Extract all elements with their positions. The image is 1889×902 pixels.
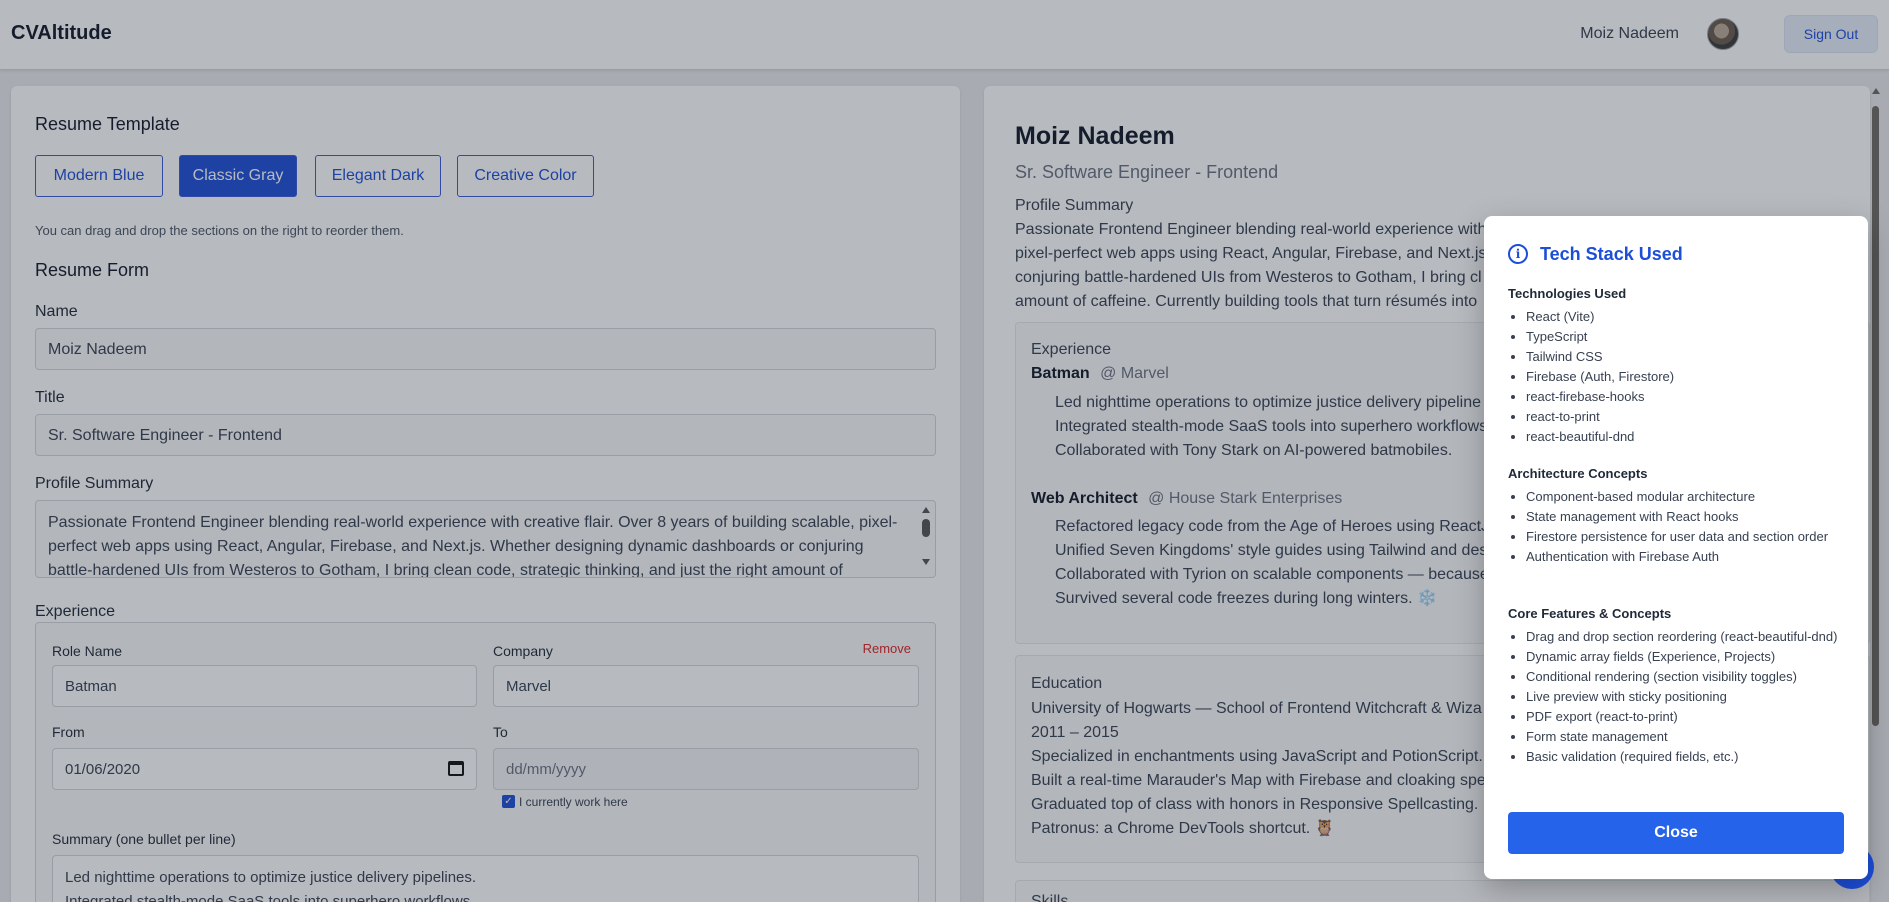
modal-list-item: react-firebase-hooks xyxy=(1526,387,1852,407)
modal-list-item: react-to-print xyxy=(1526,407,1852,427)
scroll-up-icon[interactable] xyxy=(1872,88,1880,94)
modal-list-item: Dynamic array fields (Experience, Projec… xyxy=(1526,647,1852,667)
modal-list: Drag and drop section reordering (react-… xyxy=(1526,627,1852,767)
close-button[interactable]: Close xyxy=(1508,812,1844,854)
modal-list-item: State management with React hooks xyxy=(1526,507,1852,527)
modal-title: Tech Stack Used xyxy=(1540,244,1683,264)
page-scrollbar[interactable] xyxy=(1871,86,1881,902)
info-icon: i xyxy=(1508,244,1528,264)
modal-list-item: Authentication with Firebase Auth xyxy=(1526,547,1852,567)
modal-list: Component-based modular architecture Sta… xyxy=(1526,487,1852,567)
modal-list-item: TypeScript xyxy=(1526,327,1852,347)
modal-list: React (Vite) TypeScript Tailwind CSS Fir… xyxy=(1526,307,1852,447)
modal-list-item: React (Vite) xyxy=(1526,307,1852,327)
modal-section-heading: Technologies Used xyxy=(1508,286,1627,301)
modal-list-item: Component-based modular architecture xyxy=(1526,487,1852,507)
modal-list-item: Form state management xyxy=(1526,727,1852,747)
modal-list-item: Conditional rendering (section visibilit… xyxy=(1526,667,1852,687)
modal-list-item: Drag and drop section reordering (react-… xyxy=(1526,627,1852,647)
modal-section-heading: Core Features & Concepts xyxy=(1508,606,1672,621)
modal-list-item: PDF export (react-to-print) xyxy=(1526,707,1852,727)
modal-section-heading: Architecture Concepts xyxy=(1508,466,1648,481)
modal-list-item: Firebase (Auth, Firestore) xyxy=(1526,367,1852,387)
page-scroll-thumb[interactable] xyxy=(1872,106,1879,726)
tech-stack-modal: i Tech Stack Used Technologies Used Reac… xyxy=(1484,216,1868,879)
modal-list-item: Tailwind CSS xyxy=(1526,347,1852,367)
modal-list-item: react-beautiful-dnd xyxy=(1526,427,1852,447)
modal-list-item: Live preview with sticky positioning xyxy=(1526,687,1852,707)
modal-list-item: Firestore persistence for user data and … xyxy=(1526,527,1852,547)
modal-list-item: Basic validation (required fields, etc.) xyxy=(1526,747,1852,767)
